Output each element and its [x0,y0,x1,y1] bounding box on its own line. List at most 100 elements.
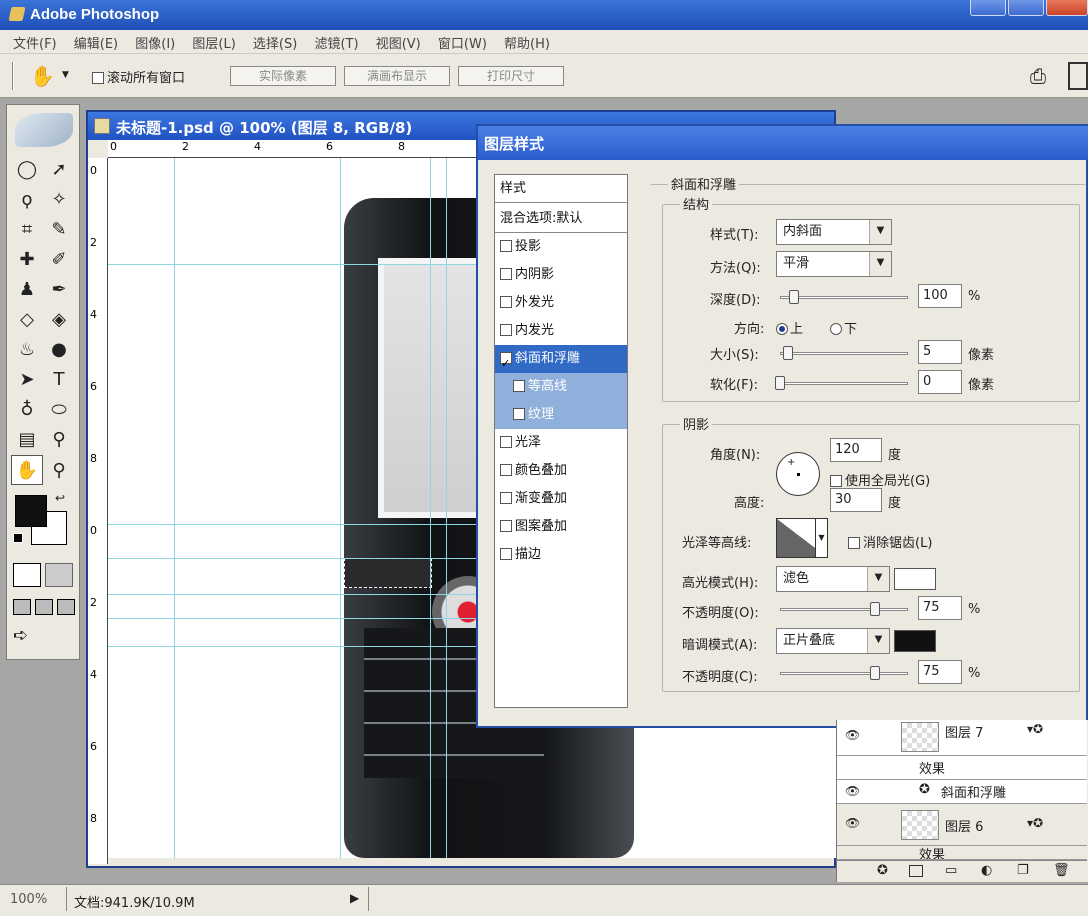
style-list-header[interactable]: 样式 [495,175,627,203]
size-input[interactable]: 5 [918,340,962,364]
angle-input[interactable]: 120 [830,438,882,462]
chevron-down-icon[interactable]: ▼ [869,220,891,244]
dialog-title[interactable]: 图层样式 [478,126,1088,160]
trash-icon[interactable]: 🗑 [1053,863,1070,878]
depth-slider[interactable] [780,290,908,304]
menu-file[interactable]: 文件(F) [13,33,57,52]
style-checkbox[interactable] [500,520,512,532]
swap-colors-icon[interactable]: ↩ [55,491,65,505]
anti-alias-checkbox[interactable] [848,537,860,549]
global-light-option[interactable]: 使用全局光(G) [830,470,930,489]
guide-vertical[interactable] [430,158,431,858]
guide-vertical[interactable] [446,158,447,858]
print-size-button[interactable]: 打印尺寸 [458,66,564,86]
anti-alias-option[interactable]: 消除锯齿(L) [848,532,932,551]
style-item-satin[interactable]: 光泽 [495,429,627,457]
layer-row[interactable]: 👁 图层 7 ▾✪ [837,720,1087,756]
jump-to-imageready-icon[interactable]: ➪ [13,625,28,646]
effects-icon[interactable]: ▾✪ [1027,816,1043,830]
fit-screen-button[interactable]: 满画布显示 [344,66,450,86]
new-layer-icon[interactable]: ❐ [1017,863,1029,878]
guide-vertical[interactable] [174,158,175,858]
screen-mode-full-icon[interactable] [57,599,75,615]
menu-edit[interactable]: 编辑(E) [74,33,118,52]
slice-tool-icon[interactable]: ✎ [43,215,75,245]
style-checkbox[interactable] [500,324,512,336]
scroll-all-windows-option[interactable]: 滚动所有窗口 [92,67,185,86]
minimize-button[interactable] [970,0,1006,16]
direction-up-option[interactable]: 上 [776,318,803,337]
menu-filter[interactable]: 滤镜(T) [314,33,358,52]
blur-tool-icon[interactable]: ♨ [11,335,43,365]
eye-icon[interactable]: 👁 [845,784,860,798]
bucket-tool-icon[interactable]: ◈ [43,305,75,335]
direction-down-option[interactable]: 下 [830,318,857,337]
slider-thumb[interactable] [783,346,793,360]
chevron-down-icon[interactable]: ▼ [62,70,69,80]
style-item-inner-glow[interactable]: 内发光 [495,317,627,345]
size-slider[interactable] [780,346,908,360]
chevron-down-icon[interactable]: ▼ [815,519,827,557]
style-checkbox[interactable] [500,240,512,252]
shadow-mode-select[interactable]: 正片叠底 ▼ [776,628,890,654]
depth-input[interactable]: 100 [918,284,962,308]
guide-vertical[interactable] [340,158,341,858]
history-brush-tool-icon[interactable]: ✒ [43,275,75,305]
standard-mode-icon[interactable] [13,563,41,587]
menu-select[interactable]: 选择(S) [253,33,297,52]
style-checkbox[interactable] [500,548,512,560]
style-item-drop-shadow[interactable]: 投影 [495,233,627,261]
status-menu-arrow-icon[interactable]: ▶ [350,891,359,905]
soften-input[interactable]: 0 [918,370,962,394]
zoom-level[interactable]: 100% [10,892,47,907]
blending-options-item[interactable]: 混合选项:默认 [495,205,627,233]
layer-row[interactable]: 👁 图层 6 ▾✪ [837,804,1087,846]
style-item-bevel-emboss[interactable]: 斜面和浮雕 [495,345,627,378]
close-button[interactable] [1046,0,1088,16]
eraser-tool-icon[interactable]: ◇ [11,305,43,335]
altitude-input[interactable]: 30 [830,488,882,512]
highlight-opacity-input[interactable]: 75 [918,596,962,620]
slider-thumb[interactable] [775,376,785,390]
path-select-tool-icon[interactable]: ➤ [11,365,43,395]
screen-mode-full-menu-icon[interactable] [35,599,53,615]
shadow-color-swatch[interactable] [894,630,936,652]
foreground-color-swatch[interactable] [15,495,47,527]
type-tool-icon[interactable]: T [43,365,75,395]
slider-thumb[interactable] [869,602,880,616]
hand-tool-icon[interactable]: ✋ [11,455,43,485]
direction-up-radio[interactable] [776,323,788,335]
pen-tool-icon[interactable]: ♁ [11,395,43,425]
notes-tool-icon[interactable]: ▤ [11,425,43,455]
maximize-button[interactable] [1008,0,1044,16]
shape-tool-icon[interactable]: ⬭ [43,395,75,425]
default-colors-icon[interactable] [13,533,23,543]
move-tool-icon[interactable]: ➚ [43,155,75,185]
hand-icon[interactable]: ✋ [30,64,55,88]
zoom-tool-icon[interactable]: ⚲ [43,456,75,486]
highlight-color-swatch[interactable] [894,568,936,590]
style-item-color-overlay[interactable]: 颜色叠加 [495,457,627,485]
quick-mask-mode-icon[interactable] [45,563,73,587]
slider-thumb[interactable] [789,290,799,304]
style-item-texture[interactable]: 纹理 [495,401,627,429]
eye-icon[interactable]: 👁 [845,728,860,742]
technique-select[interactable]: 平滑 ▼ [776,251,892,277]
chevron-down-icon[interactable]: ▼ [869,252,891,276]
print-icon[interactable]: ⎙ [1030,64,1046,88]
global-light-checkbox[interactable] [830,475,842,487]
lasso-tool-icon[interactable]: ϙ [11,185,43,215]
options-grip[interactable] [12,62,14,90]
dodge-tool-icon[interactable]: ● [43,335,75,365]
highlight-opacity-slider[interactable] [780,602,908,616]
menu-layer[interactable]: 图层(L) [192,33,235,52]
eyedropper-tool-icon[interactable]: ⚲ [43,425,75,455]
angle-dial[interactable]: + [776,452,820,496]
direction-down-radio[interactable] [830,323,842,335]
style-checkbox[interactable] [500,296,512,308]
marquee-tool-icon[interactable]: ◯ [11,155,43,185]
layer-style-icon[interactable]: ✪ [877,863,888,878]
style-item-gradient-overlay[interactable]: 渐变叠加 [495,485,627,513]
style-item-outer-glow[interactable]: 外发光 [495,289,627,317]
crop-tool-icon[interactable]: ⌗ [11,215,43,245]
